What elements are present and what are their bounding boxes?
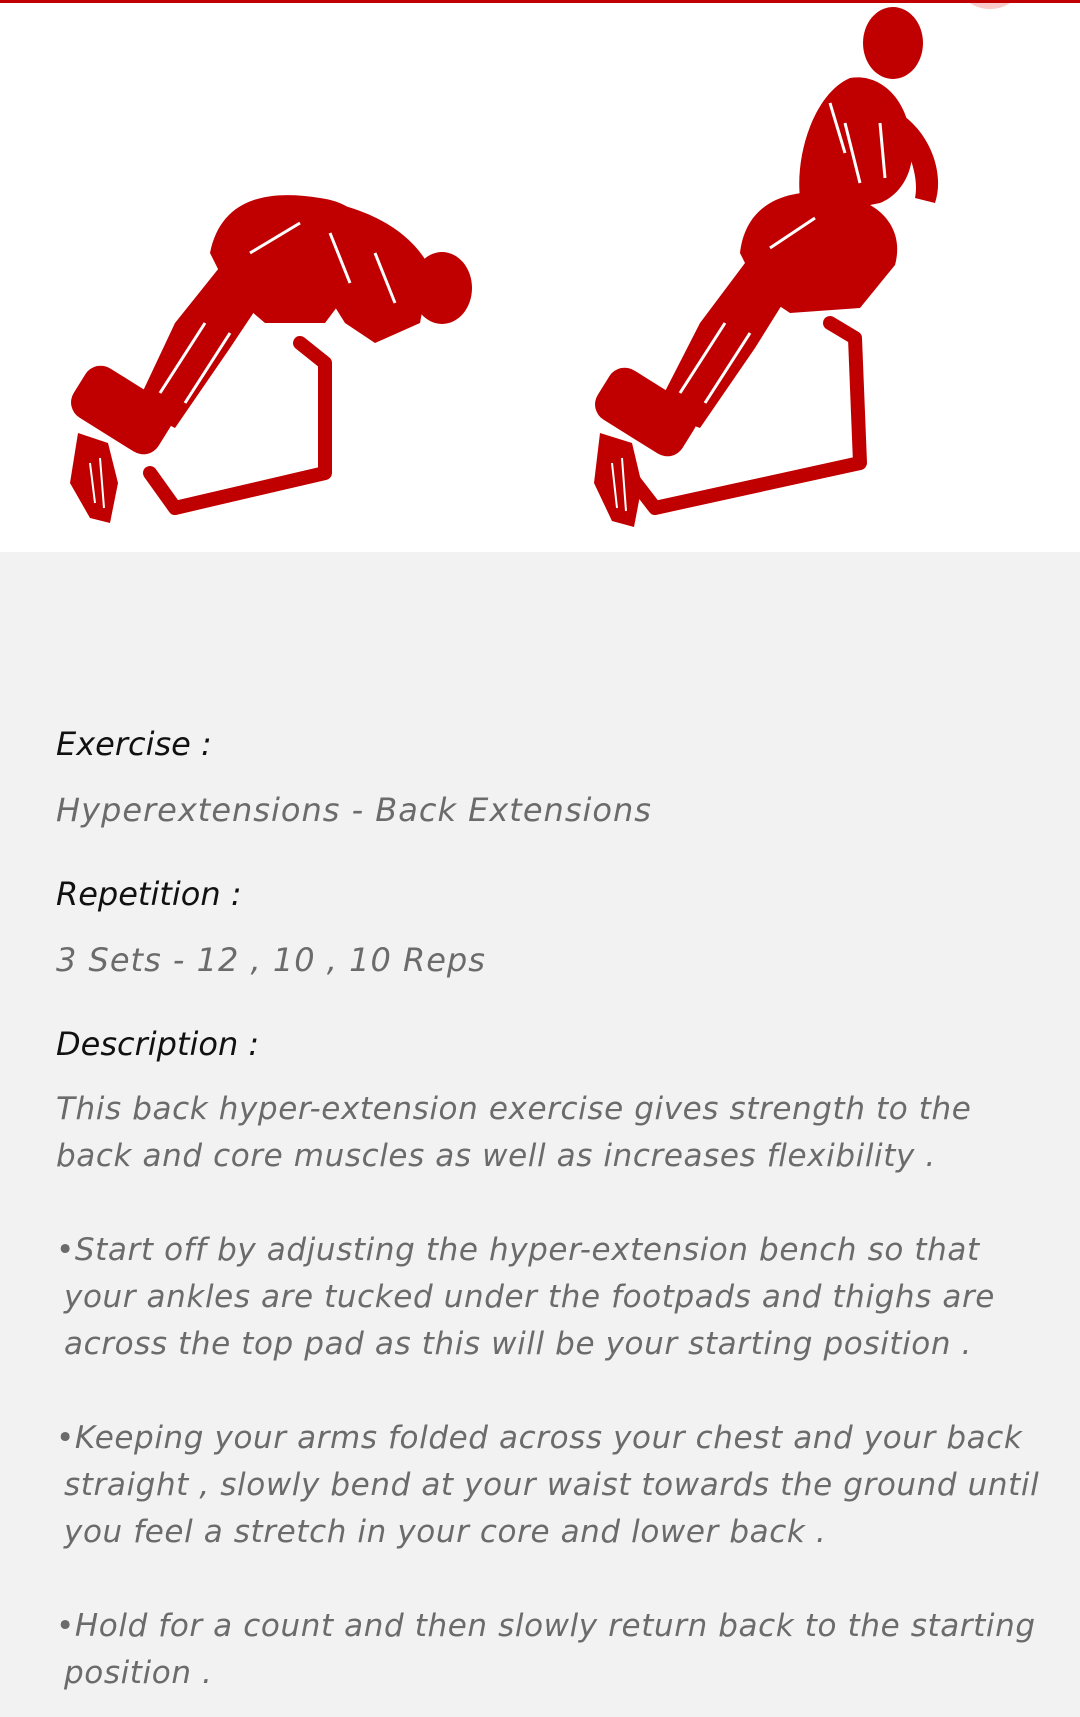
exercise-illustration	[70, 7, 939, 527]
hyperextension-end-figure-icon	[594, 7, 939, 527]
repetition-value: 3 Sets - 12 , 10 , 10 Reps	[56, 941, 486, 979]
description-text: This back hyper-extension exercise gives…	[56, 1086, 1056, 1697]
description-step-1: •Start off by adjusting the hyper-extens…	[56, 1232, 995, 1362]
exercise-name: Hyperextensions - Back Extensions	[56, 791, 652, 829]
description-step-2: •Keeping your arms folded across your ch…	[56, 1420, 1040, 1550]
description-step-3: •Hold for a count and then slowly return…	[56, 1608, 1036, 1691]
hyperextension-start-figure-icon	[70, 195, 472, 523]
exercise-label: Exercise :	[56, 725, 212, 763]
description-label: Description :	[56, 1025, 260, 1063]
exercise-details: Exercise : Hyperextensions - Back Extens…	[56, 720, 1056, 1697]
exercise-illustration-panel	[0, 3, 1080, 552]
description-intro: This back hyper-extension exercise gives…	[56, 1091, 972, 1174]
repetition-label: Repetition :	[56, 875, 242, 913]
